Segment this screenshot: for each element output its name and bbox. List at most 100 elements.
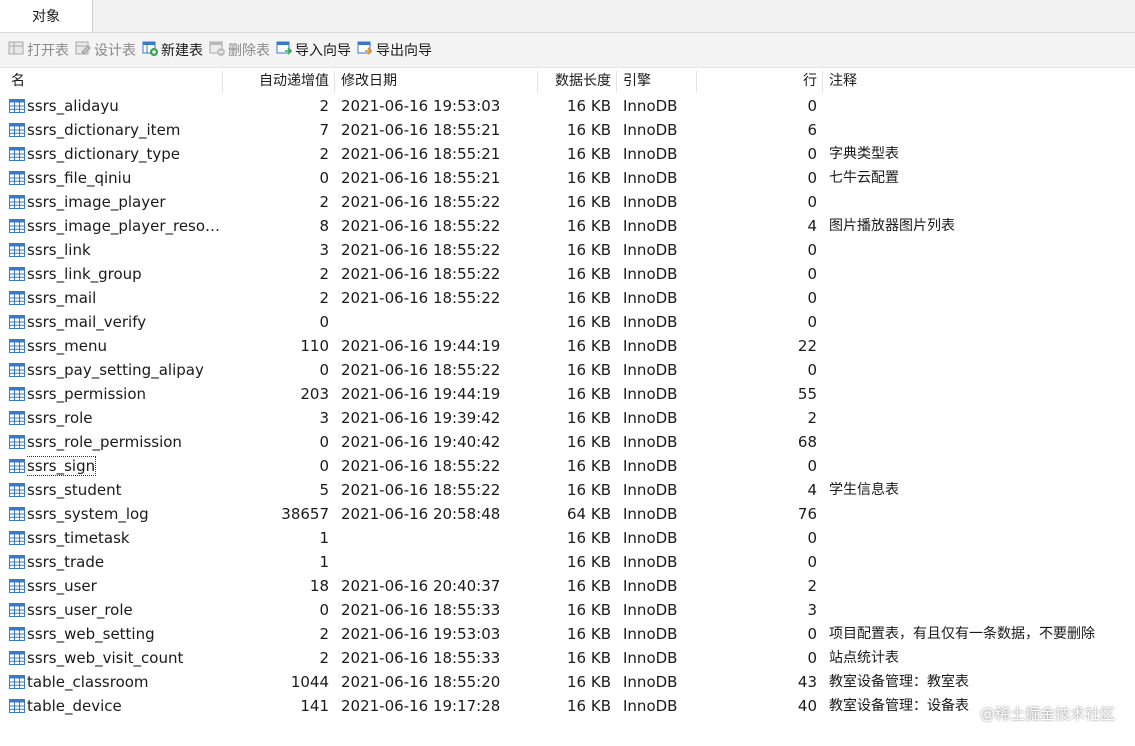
modified-date: 2021-06-16 18:55:22	[341, 481, 501, 499]
table-name: ssrs_web_setting	[27, 622, 221, 646]
data-length: 16 KB	[567, 385, 611, 403]
modified-date	[341, 550, 536, 574]
table-row[interactable]: ssrs_student 5 2021-06-16 18:55:22 16 KB Inn…	[0, 478, 1135, 502]
table-row[interactable]: table_classroom 1044 2021-06-16 18:55:20 16…	[0, 670, 1135, 694]
table-comment	[829, 430, 1129, 454]
engine: InnoDB	[623, 505, 678, 523]
data-length: 16 KB	[567, 577, 611, 595]
engine: InnoDB	[623, 697, 678, 715]
table-comment	[829, 310, 1129, 334]
table-row[interactable]: table_device 141 2021-06-16 19:17:28 16 KB I…	[0, 694, 1135, 718]
table-row[interactable]: ssrs_image_player_resou... 8 2021-06-16 18…	[0, 214, 1135, 238]
table-name-text: ssrs_file_qiniu	[27, 169, 132, 187]
data-length: 16 KB	[567, 145, 611, 163]
table-comment: 项目配置表，有且仅有一条数据，不要删除	[829, 626, 1095, 642]
table-icon	[9, 314, 25, 334]
table-row[interactable]: ssrs_mail_verify 0 16 KB InnoDB 0	[0, 310, 1135, 334]
auto-increment-value: 2	[319, 289, 329, 307]
table-row[interactable]: ssrs_mail 2 2021-06-16 18:55:22 16 KB InnoDB…	[0, 286, 1135, 310]
engine: InnoDB	[623, 385, 678, 403]
column-header-comment[interactable]: 注释	[829, 69, 857, 94]
modified-date: 2021-06-16 19:44:19	[341, 385, 501, 403]
engine: InnoDB	[623, 649, 678, 667]
table-name-text: ssrs_role	[27, 409, 93, 427]
open-table-button[interactable]: 打开表	[8, 40, 69, 60]
table-row[interactable]: ssrs_link_group 2 2021-06-16 18:55:22 16 KB…	[0, 262, 1135, 286]
row-count: 0	[807, 241, 817, 259]
modified-date: 2021-06-16 18:55:22	[341, 361, 501, 379]
table-row[interactable]: ssrs_web_visit_count 2 2021-06-16 18:55:33…	[0, 646, 1135, 670]
tab-objects[interactable]: 对象	[0, 0, 93, 32]
table-name: ssrs_mail	[27, 286, 221, 310]
table-icon	[9, 98, 25, 118]
design-table-button[interactable]: 设计表	[75, 40, 136, 60]
table-comment	[829, 94, 1129, 118]
modified-date: 2021-06-16 18:55:33	[341, 649, 501, 667]
import-wizard-button[interactable]: 导入向导	[276, 40, 351, 60]
column-header-modified-date[interactable]: 修改日期	[341, 69, 397, 94]
modified-date: 2021-06-16 19:44:19	[341, 337, 501, 355]
table-name: ssrs_trade	[27, 550, 221, 574]
modified-date: 2021-06-16 18:55:21	[341, 121, 501, 139]
table-row[interactable]: ssrs_link 3 2021-06-16 18:55:22 16 KB InnoDB…	[0, 238, 1135, 262]
auto-increment-value: 2	[319, 649, 329, 667]
data-length: 16 KB	[567, 121, 611, 139]
modified-date: 2021-06-16 18:55:22	[341, 217, 501, 235]
table-row[interactable]: ssrs_dictionary_item 7 2021-06-16 18:55:21…	[0, 118, 1135, 142]
data-length: 16 KB	[567, 169, 611, 187]
new-table-button[interactable]: 新建表	[142, 40, 203, 60]
table-row[interactable]: ssrs_user_role 0 2021-06-16 18:55:33 16 KB I…	[0, 598, 1135, 622]
column-header-auto-increment[interactable]: 自动递增值	[222, 69, 329, 94]
table-row[interactable]: ssrs_role 3 2021-06-16 19:39:42 16 KB InnoDB…	[0, 406, 1135, 430]
column-header-data-length[interactable]: 数据长度	[537, 69, 611, 94]
row-count: 0	[807, 193, 817, 211]
table-icon	[9, 530, 25, 550]
column-divider[interactable]	[822, 71, 823, 92]
table-row[interactable]: ssrs_alidayu 2 2021-06-16 19:53:03 16 KB Inn…	[0, 94, 1135, 118]
table-row[interactable]: ssrs_user 18 2021-06-16 20:40:37 16 KB InnoD…	[0, 574, 1135, 598]
data-length: 16 KB	[567, 241, 611, 259]
table-row[interactable]: ssrs_role_permission 0 2021-06-16 19:40:42…	[0, 430, 1135, 454]
table-icon	[9, 410, 25, 430]
table-row[interactable]: ssrs_web_setting 2 2021-06-16 19:53:03 16 K…	[0, 622, 1135, 646]
engine: InnoDB	[623, 337, 678, 355]
table-icon	[9, 506, 25, 526]
table-name-text: ssrs_image_player_resou...	[27, 217, 221, 235]
table-row[interactable]: ssrs_sign 0 2021-06-16 18:55:22 16 KB InnoDB…	[0, 454, 1135, 478]
table-icon	[9, 458, 25, 478]
delete-table-button[interactable]: 删除表	[209, 40, 270, 60]
column-header-engine[interactable]: 引擎	[623, 69, 651, 94]
column-header-name[interactable]: 名	[11, 69, 25, 94]
modified-date: 2021-06-16 18:55:20	[341, 673, 501, 691]
table-name: ssrs_timetask	[27, 526, 221, 550]
table-row[interactable]: ssrs_system_log 38657 2021-06-16 20:58:48 6…	[0, 502, 1135, 526]
table-name: ssrs_sign	[27, 454, 221, 478]
table-row[interactable]: ssrs_menu 110 2021-06-16 19:44:19 16 KB Inno…	[0, 334, 1135, 358]
data-length: 16 KB	[567, 673, 611, 691]
table-row[interactable]: ssrs_dictionary_type 2 2021-06-16 18:55:21…	[0, 142, 1135, 166]
table-icon	[9, 602, 25, 622]
table-name-text: ssrs_web_visit_count	[27, 649, 184, 667]
table-name-text: ssrs_link	[27, 241, 91, 259]
table-row[interactable]: ssrs_file_qiniu 0 2021-06-16 18:55:21 16 KB…	[0, 166, 1135, 190]
table-row[interactable]: ssrs_permission 203 2021-06-16 19:44:19 16 …	[0, 382, 1135, 406]
export-wizard-button[interactable]: 导出向导	[357, 40, 432, 60]
table-row[interactable]: ssrs_image_player 2 2021-06-16 18:55:22 16 …	[0, 190, 1135, 214]
modified-date: 2021-06-16 19:53:03	[341, 625, 501, 643]
column-divider[interactable]	[334, 71, 335, 92]
table-row[interactable]: ssrs_timetask 1 16 KB InnoDB 0	[0, 526, 1135, 550]
table-icon	[9, 674, 25, 694]
column-header-rows[interactable]: 行	[697, 69, 817, 94]
column-divider[interactable]	[616, 71, 617, 92]
new-table-icon	[142, 40, 161, 60]
auto-increment-value: 110	[300, 337, 329, 355]
data-length: 64 KB	[567, 505, 611, 523]
table-name: ssrs_user	[27, 574, 221, 598]
engine: InnoDB	[623, 481, 678, 499]
table-name: ssrs_alidayu	[27, 94, 221, 118]
table-row[interactable]: ssrs_pay_setting_alipay 0 2021-06-16 18:55…	[0, 358, 1135, 382]
table-name-text: ssrs_web_setting	[27, 625, 155, 643]
table-name: ssrs_role	[27, 406, 221, 430]
table-name-text: table_classroom	[27, 673, 149, 691]
table-row[interactable]: ssrs_trade 1 16 KB InnoDB 0	[0, 550, 1135, 574]
